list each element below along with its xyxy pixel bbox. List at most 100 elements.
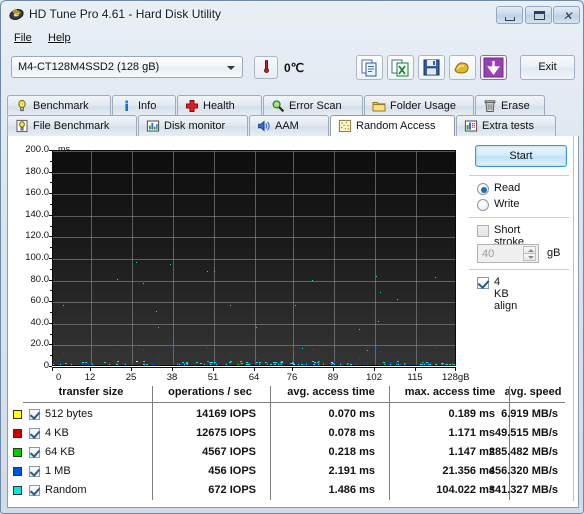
- menu-item-file[interactable]: File: [9, 31, 37, 45]
- tab-error-scan[interactable]: Error Scan: [263, 95, 363, 116]
- tab-info[interactable]: Info: [112, 95, 176, 116]
- gridline-v: [132, 151, 133, 365]
- table-row[interactable]: Random 672 IOPS 1.486 ms 104.022 ms 341.327 …: [13, 481, 573, 500]
- chart-data-point: [195, 365, 196, 366]
- folder-gold-button[interactable]: [449, 55, 476, 80]
- radio-read-label: Read: [494, 182, 521, 194]
- chart-data-point: [108, 365, 109, 366]
- chart-data-point: [159, 365, 161, 366]
- chart-data-point: [342, 365, 343, 366]
- chart-data-point: [265, 365, 266, 366]
- chart-data-point: [313, 365, 314, 366]
- menu-item-help[interactable]: Help: [43, 31, 76, 45]
- chart-data-point: [455, 362, 456, 363]
- series-checkbox[interactable]: [29, 466, 40, 477]
- chart-data-point: [342, 365, 344, 366]
- chart-data-point: [455, 361, 456, 362]
- copy-button[interactable]: [356, 55, 383, 80]
- chart-data-point: [430, 362, 431, 363]
- chart-data-point: [159, 365, 160, 366]
- lightbulb-icon: [15, 99, 29, 113]
- drive-select-dropdown[interactable]: M4-CT128M4SSD2 (128 gB): [11, 56, 243, 78]
- chart-data-point: [290, 363, 292, 364]
- table-header-avg-speed: avg. speed: [504, 386, 562, 398]
- chart-data-point: [109, 365, 111, 366]
- tab-random-access[interactable]: Random Access: [330, 115, 455, 136]
- chart-data-point: [364, 365, 365, 366]
- series-checkbox[interactable]: [29, 485, 40, 496]
- table-row[interactable]: 1 MB 456 IOPS 2.191 ms 21.356 ms 456.320 MB/…: [13, 462, 573, 481]
- tab-health[interactable]: Health: [177, 95, 262, 116]
- tab-benchmark[interactable]: Benchmark: [7, 95, 111, 116]
- chart-data-point: [240, 361, 242, 362]
- chart-data-point: [131, 365, 132, 366]
- chart-data-point: [241, 365, 242, 366]
- maximize-button[interactable]: [525, 6, 552, 24]
- chart-data-point: [159, 365, 161, 366]
- chart-data-point: [143, 361, 145, 362]
- tab-disk-monitor[interactable]: Disk monitor: [138, 115, 248, 136]
- chart-data-point: [131, 365, 132, 366]
- chart-data-point: [132, 365, 133, 366]
- series-checkbox[interactable]: [29, 447, 40, 458]
- minimize-button[interactable]: [496, 6, 523, 24]
- stepper-buttons[interactable]: [523, 246, 536, 261]
- chart-data-point: [82, 365, 83, 366]
- chart-data-point: [292, 365, 293, 366]
- chart-data-point: [354, 365, 355, 366]
- chart-data-point: [455, 361, 456, 362]
- chart-data-point: [455, 362, 456, 363]
- chart-data-point: [418, 365, 419, 366]
- chart-data-point: [109, 365, 111, 366]
- chart-data-point: [152, 365, 153, 366]
- chart-data-point: [292, 365, 293, 366]
- chart-data-point: [65, 365, 66, 366]
- table-row[interactable]: 4 KB 12675 IOPS 0.078 ms 1.171 ms 49.515 MB/…: [13, 424, 573, 443]
- chart-data-point: [175, 365, 177, 366]
- chart-data-point: [428, 365, 429, 366]
- table-row[interactable]: 512 bytes 14169 IOPS 0.070 ms 0.189 ms 6.919…: [13, 405, 573, 424]
- chart-data-point: [313, 365, 314, 366]
- copy-excel-button[interactable]: [387, 55, 414, 80]
- chart-data-point: [340, 364, 341, 365]
- chart-data-point: [367, 365, 368, 366]
- chart-y-tick-label: 200.0: [25, 144, 49, 155]
- chart-data-point: [455, 365, 456, 366]
- chart-data-point: [191, 365, 192, 366]
- chart-data-point: [455, 362, 456, 363]
- table-row[interactable]: 64 KB 4567 IOPS 0.218 ms 1.147 ms 285.482 MB…: [13, 443, 573, 462]
- chart-data-point: [304, 365, 305, 366]
- tab-aam[interactable]: AAM: [249, 115, 329, 136]
- stepper-down-icon[interactable]: [523, 253, 536, 261]
- chart-data-point: [360, 365, 361, 366]
- chart-data-point: [143, 365, 145, 366]
- chart-data-point: [280, 365, 281, 366]
- tab-folder-usage[interactable]: Folder Usage: [364, 95, 474, 116]
- info-icon: [120, 99, 134, 113]
- tab-file-benchmark[interactable]: File Benchmark: [7, 115, 137, 136]
- chart-data-point: [357, 365, 358, 366]
- exit-button[interactable]: Exit: [520, 55, 575, 80]
- chart-data-point: [404, 363, 406, 364]
- chart-data-point: [342, 365, 343, 366]
- chart-data-point: [305, 365, 306, 366]
- save-button[interactable]: [418, 55, 445, 80]
- series-checkbox[interactable]: [29, 409, 40, 420]
- chart-x-tick-label: 89: [327, 372, 339, 383]
- close-button[interactable]: ✕: [553, 6, 580, 24]
- chart-data-point: [194, 365, 195, 366]
- chart-data-point: [455, 361, 456, 362]
- chart-data-point: [124, 365, 125, 366]
- tab-extra-tests[interactable]: Extra tests: [456, 115, 556, 136]
- chart-data-point: [455, 361, 456, 362]
- short-stroke-stepper[interactable]: 40: [477, 244, 539, 263]
- start-button[interactable]: Start: [475, 145, 567, 167]
- chart-x-tick-label: 12: [84, 372, 96, 383]
- chart-data-point: [158, 357, 159, 358]
- chart-x-tick: [333, 367, 334, 371]
- download-arrow-button[interactable]: [480, 55, 507, 80]
- chart-data-point: [304, 365, 305, 366]
- series-checkbox[interactable]: [29, 428, 40, 439]
- chart-data-point: [132, 365, 133, 366]
- tab-erase[interactable]: Erase: [475, 95, 545, 116]
